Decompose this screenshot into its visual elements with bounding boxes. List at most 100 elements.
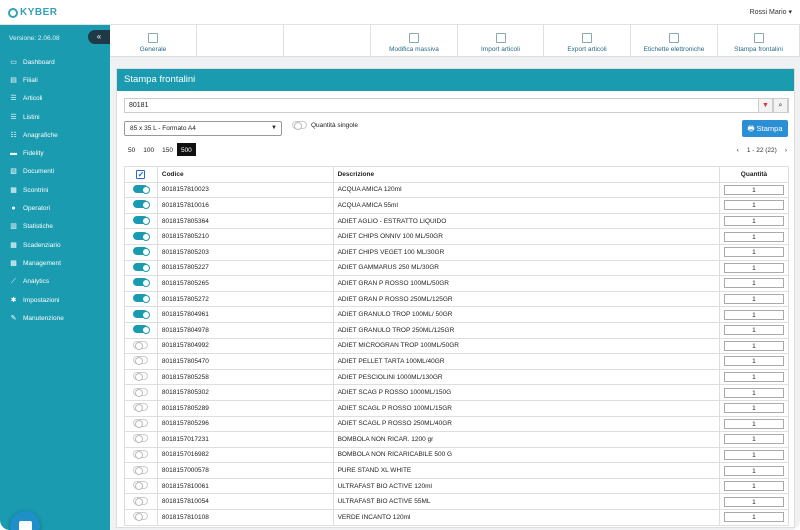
quantity-input[interactable]: 1 [723,340,784,351]
format-select[interactable]: 85 x 35 L - Formato A4 ▼ [124,121,282,136]
row-toggle[interactable] [133,184,151,194]
row-toggle[interactable] [133,278,151,288]
row-toggle[interactable] [133,481,149,491]
row-toggle[interactable] [133,325,151,335]
filter-icon[interactable]: ▼ [758,98,773,113]
row-toggle[interactable] [133,418,149,428]
app-window: KYBER Rossi Mario ▾ Versione: 2.06.08 « … [0,0,800,530]
row-toggle[interactable] [133,356,149,366]
quantity-input[interactable]: 1 [723,231,784,242]
row-toggle[interactable] [133,387,149,397]
row-toggle[interactable] [133,340,149,350]
row-toggle[interactable] [133,465,149,475]
quantity-input[interactable]: 1 [723,372,784,383]
row-toggle[interactable] [133,294,151,304]
quantity-input[interactable]: 1 [723,294,784,305]
cell-descrizione: VERDE INCANTO 120ml [332,509,720,526]
toolbar-item-export-articoli[interactable]: Export articoli [544,25,631,57]
row-toggle[interactable] [133,216,151,226]
cell-codice: 8018157804992 [156,337,334,355]
sidebar-item-scontrini[interactable]: ▦ Scontrini [0,181,110,199]
row-toggle[interactable] [133,434,149,444]
select-all-checkbox[interactable]: ✓ [124,166,158,183]
sidebar-item-manutenzione[interactable]: ✎ Manutenzione [0,309,110,327]
cell-codice: 8018157805296 [156,415,334,433]
quantity-input[interactable]: 1 [723,418,784,429]
cell-descrizione: BOMBOLA NON RICARICABILE 500 G [332,446,720,464]
prev-page-icon[interactable]: ‹ [737,147,739,154]
row-toggle-cell [124,493,158,511]
search-input[interactable]: 80181 [124,98,789,113]
sidebar-item-anagrafiche[interactable]: ☷ Anagrafiche [0,126,110,144]
row-toggle[interactable] [133,449,149,459]
quantity-input[interactable]: 1 [723,356,784,367]
sidebar-item-articoli[interactable]: ☰ Articoli [0,90,110,108]
stampa-frontalini-panel: Stampa frontalini 80181 ▼ ⌕ 85 x 35 L - … [116,68,795,528]
toolbar-item-generale[interactable]: Generale [110,25,197,57]
row-toggle[interactable] [133,512,149,522]
sidebar-item-label: Impostazioni [23,296,60,304]
row-toggle[interactable] [133,403,149,413]
sidebar-item-label: Listini [23,113,40,121]
toolbar-item-etichette-elettroniche[interactable]: Etichette elettroniche [631,25,718,57]
page-size-150[interactable]: 150 [158,143,177,156]
toolbar-item-import-articoli[interactable]: Import articoli [458,25,544,57]
quantity-input[interactable]: 1 [723,278,784,289]
sidebar-item-impostazioni[interactable]: ✱ Impostazioni [0,291,110,309]
qty-single-toggle[interactable]: Quantità singole [292,121,358,130]
toolbar-item-modifica-massiva[interactable]: Modifica massiva [371,25,458,57]
quantity-input[interactable]: 1 [723,403,784,414]
quantity-input[interactable]: 1 [723,309,784,320]
quantity-input[interactable]: 1 [723,184,784,195]
quantity-input[interactable]: 1 [723,481,784,492]
cell-descrizione: ULTRAFAST BIO ACTIVE 55ML [332,493,720,511]
cell-descrizione: ADIET PELLET TARTA 100ML/40GR [332,353,720,370]
sidebar-item-listini[interactable]: ☰ Listini [0,108,110,126]
quantity-input[interactable]: 1 [723,262,784,273]
quantity-input[interactable]: 1 [723,434,784,445]
cell-codice: 8018157804961 [156,306,334,323]
page-size-50[interactable]: 50 [124,143,139,156]
sidebar-item-fidelity[interactable]: ▬ Fidelity [0,144,110,162]
row-toggle[interactable] [133,231,151,241]
page-size-100[interactable]: 100 [139,143,158,156]
row-toggle[interactable] [133,372,149,382]
quantity-input[interactable]: 1 [723,449,784,460]
toolbar-item-empty-2 [284,25,371,57]
sidebar-item-scadenziario[interactable]: ▦ Scadenziario [0,236,110,254]
row-toggle[interactable] [133,247,151,257]
toolbar-item-stampa-frontalini[interactable]: Stampa frontalini [718,25,800,57]
quantity-input[interactable]: 1 [723,512,784,523]
quantity-input[interactable]: 1 [723,325,784,336]
stampa-button[interactable]: 🖶 Stampa [742,120,788,137]
next-page-icon[interactable]: › [785,147,787,154]
page-size-500[interactable]: 500 [176,143,196,156]
cell-codice: 8018157805289 [156,399,334,417]
toolbar: Generale Modifica massiva Import articoli E… [110,25,800,57]
sidebar-item-filiali[interactable]: ▤ Filiali [0,71,110,89]
quantity-input[interactable]: 1 [723,387,784,398]
quantity-input[interactable]: 1 [723,216,784,227]
sidebar-item-analytics[interactable]: ⟋ Analytics [0,273,110,291]
cell-descrizione: ADIET PESCIOLINI 1000ML/130GR [332,368,720,386]
search-icon[interactable]: ⌕ [773,98,788,113]
row-toggle[interactable] [133,496,149,506]
quantity-input[interactable]: 1 [723,465,784,476]
chat-button[interactable] [10,511,40,530]
sidebar-item-documenti[interactable]: ▧ Documenti [0,163,110,181]
quantity-input[interactable]: 1 [723,496,784,507]
quantity-input[interactable]: 1 [723,200,784,211]
row-toggle[interactable] [133,200,151,210]
user-menu[interactable]: Rossi Mario ▾ [750,8,792,16]
cell-quantita: 1 [718,353,790,370]
collapse-sidebar-button[interactable]: « [88,30,110,44]
row-toggle[interactable] [133,309,151,319]
quantity-input[interactable]: 1 [723,247,784,258]
qty-single-label: Quantità singole [311,121,358,129]
row-toggle[interactable] [133,262,151,272]
sidebar-item-dashboard[interactable]: ▭ Dashboard [0,53,110,71]
sidebar-item-operatori[interactable]: ● Operatori [0,199,110,217]
toggle-switch[interactable] [292,121,307,130]
sidebar-item-management[interactable]: ▩ Management [0,254,110,272]
sidebar-item-statistiche[interactable]: ▥ Statistiche [0,218,110,236]
